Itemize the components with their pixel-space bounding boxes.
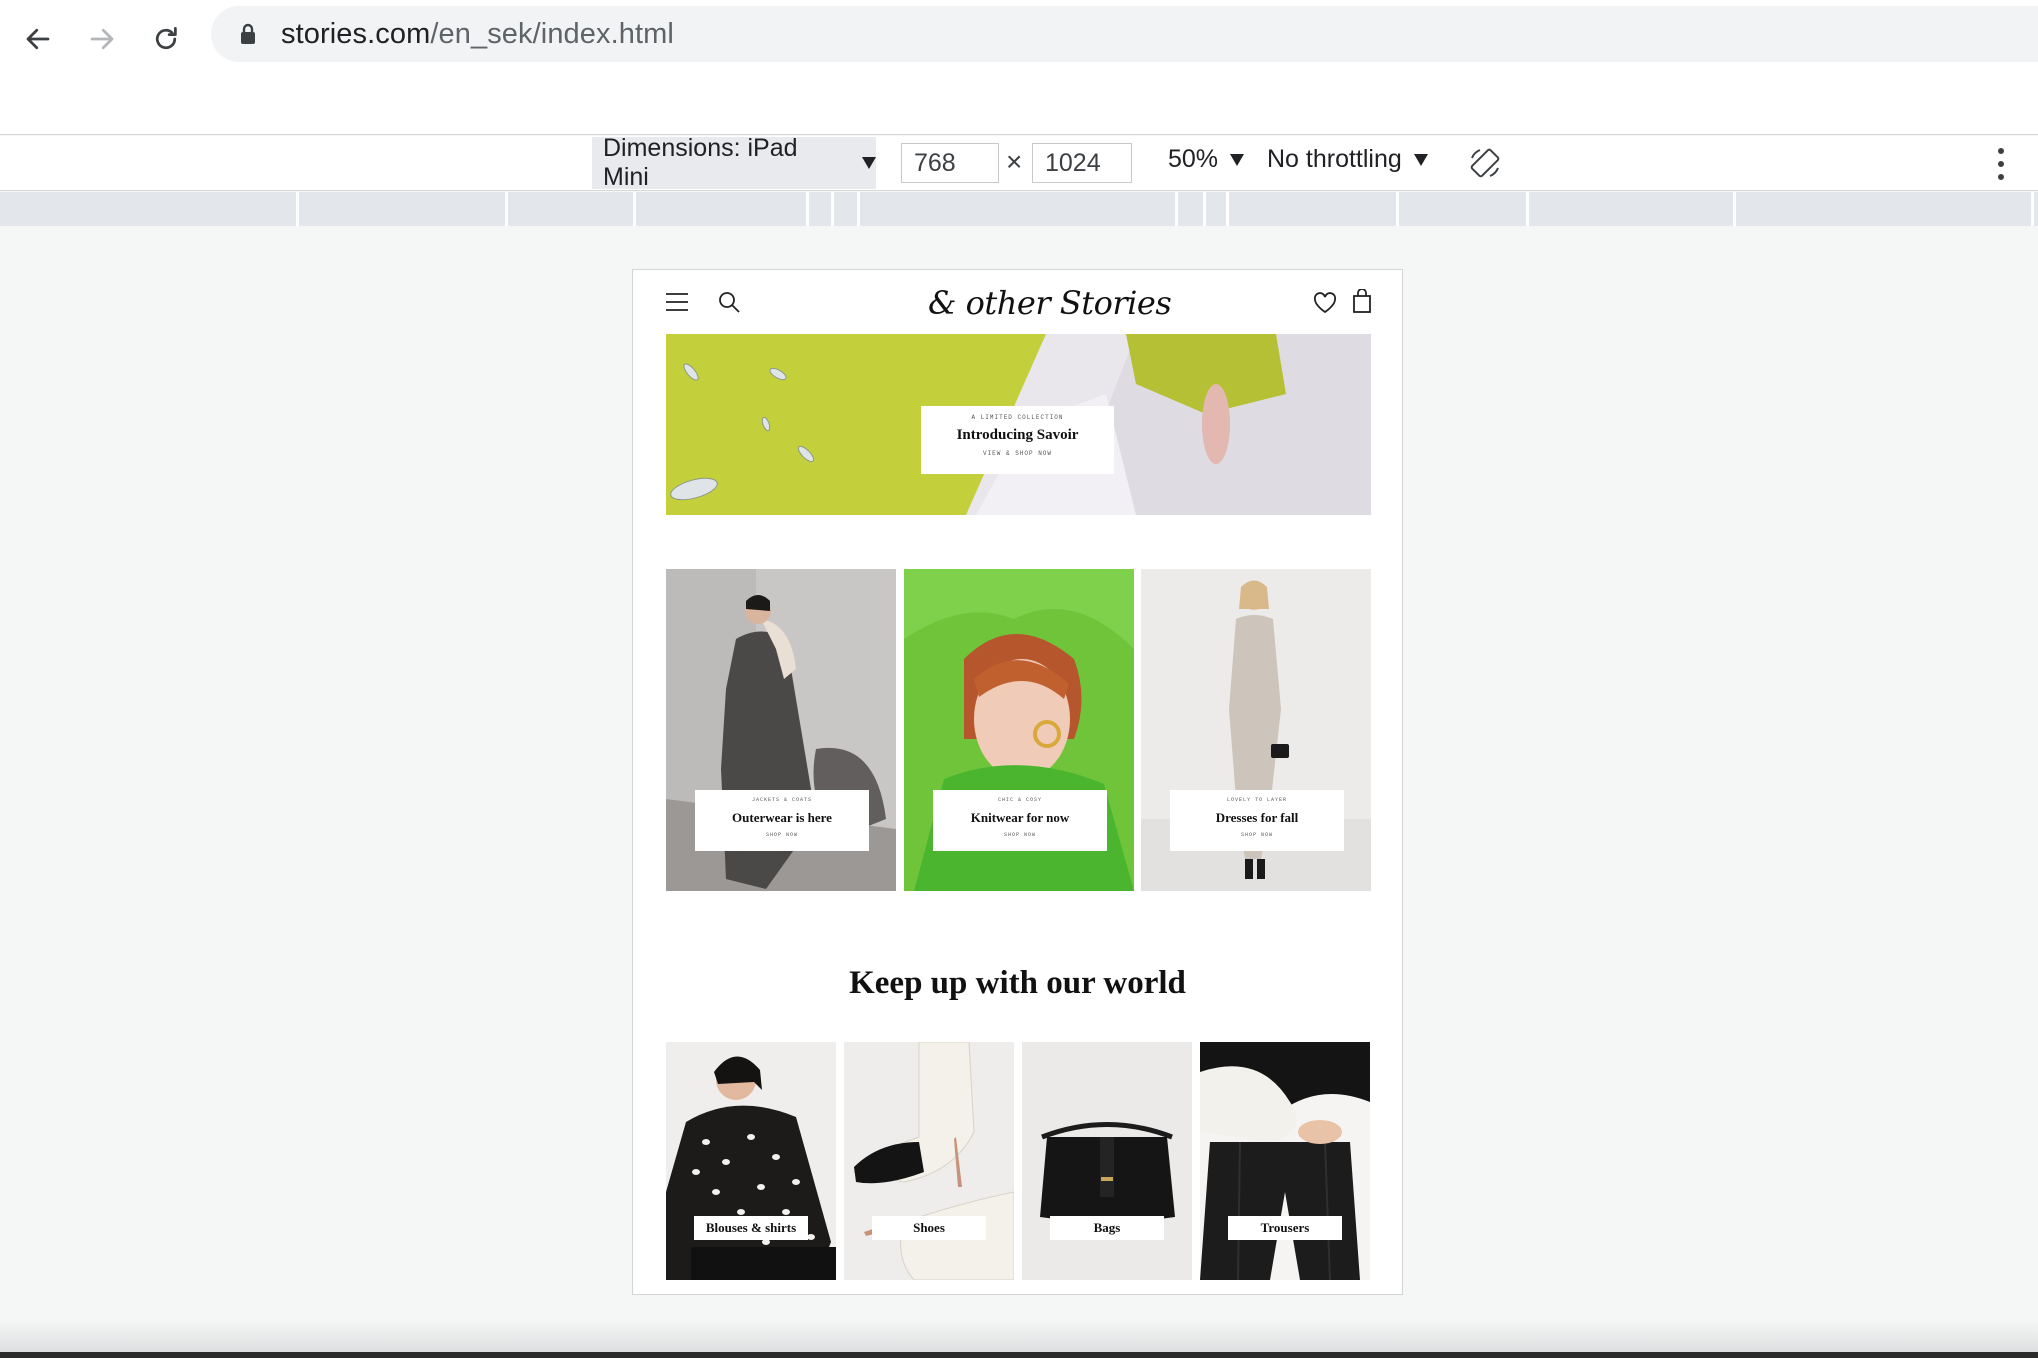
tile-title: Knitwear for now: [970, 810, 1070, 825]
media-query-segment[interactable]: [505, 192, 508, 226]
category-label: Shoes: [872, 1216, 986, 1240]
category-label: Blouses & shirts: [694, 1216, 808, 1240]
media-query-segment[interactable]: [1203, 192, 1206, 226]
tile-kicker: CHIC & COSY: [997, 797, 1042, 803]
tile-card[interactable]: CHIC & COSY Knitwear for now SHOP NOW: [933, 790, 1107, 851]
times-separator: ×: [1006, 146, 1023, 177]
zoom-label: 50%: [1168, 145, 1219, 173]
throttling-dropdown[interactable]: No throttling: [1267, 145, 1428, 174]
device-viewport: & other Stories A LIMITED COLLECTION Int…: [632, 269, 1403, 1295]
media-query-segment[interactable]: [806, 192, 809, 226]
media-query-segment[interactable]: [2031, 192, 2034, 226]
url-path: /en_sek/index.html: [430, 17, 674, 50]
heart-icon[interactable]: [1313, 292, 1337, 319]
shoes-image: [844, 1042, 1014, 1280]
menu-icon[interactable]: [665, 292, 689, 317]
media-query-segment[interactable]: [1526, 192, 1529, 226]
section-heading: Keep up with our world: [849, 965, 1186, 1001]
url-host: stories.com: [281, 17, 431, 50]
url-text: stories.com/en_sek/index.html: [281, 18, 674, 51]
more-options-icon[interactable]: [1994, 148, 2008, 180]
feature-tile-knitwear[interactable]: CHIC & COSY Knitwear for now SHOP NOW: [904, 569, 1134, 891]
bags-image: [1022, 1042, 1192, 1280]
arrow-left-icon: [26, 28, 50, 50]
forward-button[interactable]: [77, 14, 127, 64]
hero-banner[interactable]: A LIMITED COLLECTION Introducing Savoir …: [666, 334, 1371, 515]
back-button[interactable]: [13, 14, 63, 64]
reload-button[interactable]: [141, 14, 191, 64]
tile-cta[interactable]: SHOP NOW: [1170, 832, 1344, 838]
rotate-icon: [1470, 148, 1500, 178]
caret-down-icon: [1230, 153, 1245, 166]
reload-icon: [155, 27, 177, 50]
caret-down-icon: [1413, 153, 1428, 166]
dimensions-dropdown[interactable]: Dimensions: iPad Mini: [592, 134, 876, 191]
browser-toolbar: stories.com/en_sek/index.html: [0, 0, 2038, 135]
caret-down-icon: [862, 157, 876, 169]
category-tile-shoes[interactable]: Shoes: [844, 1042, 1014, 1280]
width-input[interactable]: 768: [901, 143, 999, 183]
rotate-button[interactable]: [1468, 146, 1502, 180]
tile-cta[interactable]: SHOP NOW: [933, 832, 1107, 838]
site-logo[interactable]: & other Stories: [928, 284, 1172, 322]
device-toolbar: Dimensions: iPad Mini 768 × 1024 50% No …: [0, 134, 2038, 191]
category-tile-blouses[interactable]: Blouses & shirts: [666, 1042, 836, 1280]
media-query-bar[interactable]: [0, 192, 2038, 226]
media-query-segment[interactable]: [1175, 192, 1178, 226]
tile-title: Dresses for fall: [1215, 810, 1299, 825]
media-query-segment[interactable]: [857, 192, 860, 226]
category-label: Bags: [1050, 1216, 1164, 1240]
tile-kicker: JACKETS & COATS: [751, 797, 812, 803]
media-query-segment[interactable]: [1733, 192, 1736, 226]
media-query-segment[interactable]: [633, 192, 636, 226]
hero-cta[interactable]: VIEW & SHOP NOW: [921, 450, 1114, 457]
site-header: & other Stories: [633, 270, 1402, 336]
feature-tile-outerwear[interactable]: JACKETS & COATS Outerwear is here SHOP N…: [666, 569, 896, 891]
zoom-dropdown[interactable]: 50%: [1168, 145, 1245, 174]
hero-card[interactable]: A LIMITED COLLECTION Introducing Savoir …: [921, 406, 1114, 474]
height-input[interactable]: 1024: [1032, 143, 1132, 183]
feature-tile-dresses[interactable]: LOVELY TO LAYER Dresses for fall SHOP NO…: [1141, 569, 1371, 891]
hero-kicker: A LIMITED COLLECTION: [971, 414, 1064, 421]
media-query-segment[interactable]: [1226, 192, 1229, 226]
dimensions-label: Dimensions: iPad Mini: [603, 134, 798, 191]
category-tile-trousers[interactable]: Trousers: [1200, 1042, 1370, 1280]
tile-cta[interactable]: SHOP NOW: [695, 832, 869, 838]
lock-icon: [237, 19, 259, 49]
shopping-bag-icon[interactable]: [1352, 288, 1372, 318]
media-query-segment[interactable]: [296, 192, 299, 226]
media-query-segment[interactable]: [831, 192, 834, 226]
trousers-image: [1200, 1042, 1370, 1280]
category-tile-bags[interactable]: Bags: [1022, 1042, 1192, 1280]
window-bottom-edge: [0, 1352, 2038, 1358]
tile-kicker: LOVELY TO LAYER: [1226, 797, 1287, 803]
blouses-image: [666, 1042, 836, 1280]
throttling-label: No throttling: [1267, 145, 1402, 173]
media-query-segment[interactable]: [1396, 192, 1399, 226]
tile-title: Outerwear is here: [732, 810, 832, 825]
tile-card[interactable]: LOVELY TO LAYER Dresses for fall SHOP NO…: [1170, 790, 1344, 851]
hero-title: Introducing Savoir: [956, 427, 1079, 443]
address-bar[interactable]: stories.com/en_sek/index.html: [211, 6, 2038, 62]
arrow-right-icon: [90, 28, 114, 50]
tile-card[interactable]: JACKETS & COATS Outerwear is here SHOP N…: [695, 790, 869, 851]
category-label: Trousers: [1228, 1216, 1342, 1240]
search-icon[interactable]: [717, 290, 741, 319]
